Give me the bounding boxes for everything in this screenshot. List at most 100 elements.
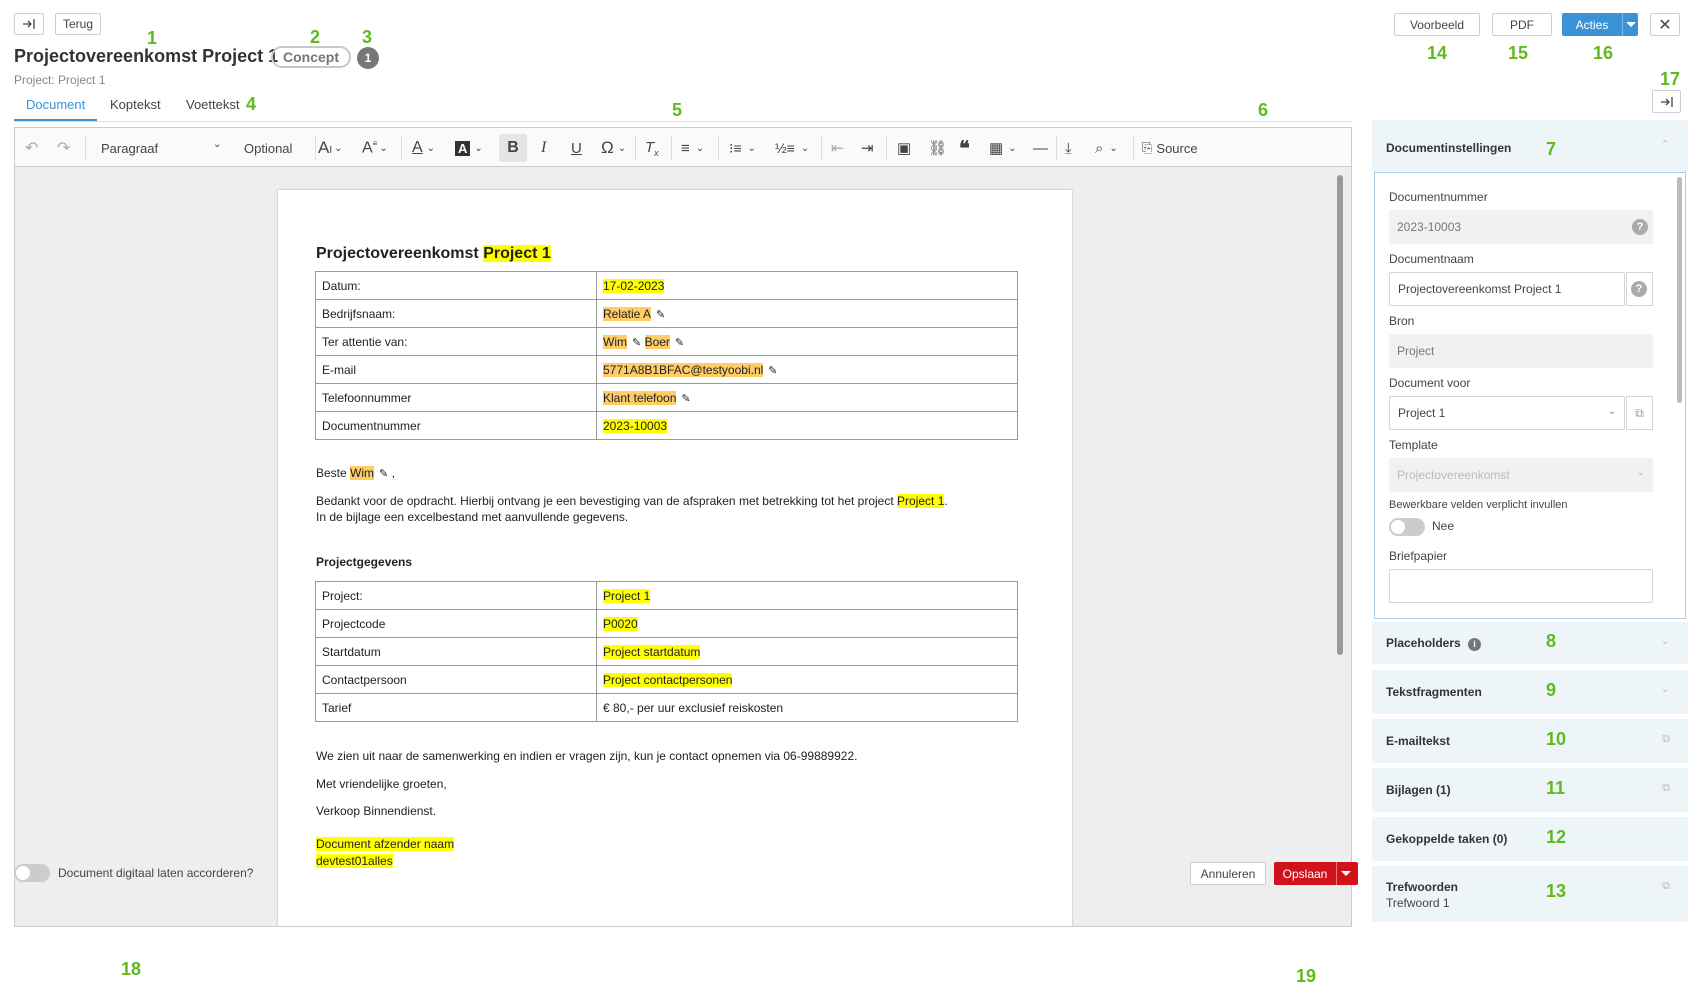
settings-header[interactable]: Documentinstellingen ⌃ (1372, 120, 1688, 172)
preview-button[interactable]: Voorbeeld (1394, 13, 1480, 36)
remove-format-button[interactable]: Tx (645, 137, 659, 159)
annotation-13: 13 (1546, 881, 1567, 901)
pencil-icon[interactable]: ✎ (768, 364, 777, 377)
save-button[interactable]: Opslaan (1274, 862, 1358, 885)
placeholder-value[interactable]: Relatie A (603, 306, 652, 321)
italic-button[interactable]: I (541, 137, 546, 159)
bullet-list-button[interactable]: ⁝≡ ⌄ (729, 137, 756, 159)
annotation-11: 11 (1546, 778, 1566, 798)
email-text-title: E-mailtekst (1386, 734, 1451, 748)
redo-button[interactable]: ↷ (57, 137, 70, 159)
help-icon[interactable]: ? (1632, 219, 1648, 235)
doc-name-input[interactable]: Projectovereenkomst Project 1 (1389, 272, 1625, 306)
info-icon[interactable]: i (1468, 638, 1482, 651)
page-title: Projectovereenkomst Project 1 (14, 46, 279, 66)
table-label-cell: Startdatum (315, 637, 597, 666)
settings-scrollbar[interactable] (1677, 177, 1682, 403)
underline-button[interactable]: U (571, 137, 582, 159)
tab-voettekst[interactable]: Voettekst (186, 97, 239, 112)
quote-icon: ❝ (959, 137, 970, 160)
text-fragments-section[interactable]: Tekstfragmenten ⌄ (1372, 670, 1688, 714)
editor-area[interactable]: Projectovereenkomst Project 1 Datum: 17-0… (14, 167, 1352, 927)
annotation-12: 12 (1546, 827, 1567, 847)
special-char-button[interactable]: Ω ⌄ (601, 137, 626, 159)
blockquote-button[interactable]: ❝ (959, 137, 970, 160)
annotation-19: 19 (1296, 966, 1317, 986)
numbered-list-button[interactable]: ½≡ ⌄ (775, 137, 809, 159)
placeholder-value[interactable]: Boer (644, 334, 670, 349)
doc-number-label: Documentnummer (1389, 190, 1488, 204)
cancel-button[interactable]: Annuleren (1190, 862, 1266, 885)
pdf-button[interactable]: PDF (1492, 13, 1552, 36)
doc-name-label: Documentnaam (1389, 252, 1474, 266)
pencil-icon[interactable]: ✎ (681, 392, 690, 405)
body-line-1-text: Bedankt voor de opdracht. Hierbij ontvan… (316, 494, 898, 508)
bold-button[interactable]: B (499, 134, 527, 162)
undo-button[interactable]: ↶ (25, 137, 38, 159)
bullet-list-icon: ⁝≡ (729, 139, 742, 156)
body-line-1: Bedankt voor de opdracht. Hierbij ontvan… (316, 494, 948, 508)
outdent-button[interactable]: ⇤ (831, 137, 844, 159)
indent-button[interactable]: ⇥ (861, 137, 874, 159)
font-family-button[interactable]: A≡ ⌄ (362, 137, 388, 159)
attachments-section[interactable]: Bijlagen (1) ⧉ (1372, 768, 1688, 812)
placeholders-section[interactable]: Placeholders i ⌄ (1372, 622, 1688, 664)
placeholder-value[interactable]: 5771A8B1BFAC@testyoobi.nl (603, 362, 764, 377)
bold-icon: B (507, 139, 519, 156)
email-text-section[interactable]: E-mailtekst ⧉ (1372, 719, 1688, 763)
document-page[interactable]: Projectovereenkomst Project 1 Datum: 17-0… (278, 190, 1072, 926)
keywords-section[interactable]: Trefwoorden Trefwoord 1 ⧉ (1372, 866, 1688, 922)
doc-for-select[interactable]: Project 1 ⌄ (1389, 396, 1625, 430)
table-value-cell: € 80,- per uur exclusief reiskosten (596, 693, 1018, 722)
chevron-down-icon: ⌄ (1636, 467, 1645, 478)
table-value-cell: P0020 (596, 609, 1018, 638)
closing-line: We zien uit naar de samenwerking en indi… (316, 749, 858, 763)
source-button[interactable]: ⎘ Source (1142, 137, 1198, 159)
back-button[interactable]: Terug (55, 13, 101, 35)
background-color-button[interactable]: A ⌄ (455, 137, 483, 159)
placeholder-value[interactable]: Klant telefoon (603, 390, 677, 405)
template-value: Projectovereenkomst (1397, 468, 1510, 482)
editor-scrollbar[interactable] (1337, 175, 1343, 655)
sidebar-collapse-button[interactable] (1652, 90, 1681, 113)
placeholders-label: Placeholders (1386, 636, 1461, 650)
pencil-icon[interactable]: ✎ (656, 308, 665, 321)
annotation-9: 9 (1546, 680, 1557, 700)
actions-button[interactable]: Acties (1562, 13, 1638, 36)
table-row: Tarief € 80,- per uur exclusief reiskoste… (315, 693, 1018, 722)
table-row: Project: Project 1 (315, 581, 1018, 610)
tab-document[interactable]: Document (26, 97, 85, 112)
omega-icon: Ω (601, 138, 614, 157)
annotation-15: 15 (1508, 43, 1529, 63)
doc-name-help[interactable]: ? (1626, 272, 1653, 306)
placeholder-value: 17-02-2023 (603, 278, 665, 293)
placeholder-value[interactable]: Wim (603, 334, 627, 349)
horizontal-line-button[interactable]: — (1033, 137, 1048, 159)
required-toggle[interactable] (1389, 518, 1425, 536)
collapse-button[interactable] (14, 13, 44, 35)
insert-table-button[interactable]: ▦ ⌄ (989, 137, 1017, 159)
close-button[interactable]: ✕ (1650, 13, 1680, 36)
font-color-button[interactable]: A ⌄ (412, 137, 435, 159)
paragraph-select[interactable]: Paragraaf ⌄ (101, 137, 226, 159)
pencil-icon[interactable]: ✎ (379, 467, 388, 480)
annotation-7: 7 (1546, 139, 1557, 159)
page-break-button[interactable]: ⤓ (1065, 137, 1072, 159)
external-link-button[interactable]: ⧉ (1626, 396, 1653, 430)
letterhead-select[interactable] (1389, 569, 1653, 603)
font-size-button[interactable]: AI ⌄ (318, 137, 343, 159)
annotation-18: 18 (121, 959, 142, 979)
optional-button[interactable]: Optional (244, 137, 292, 159)
tab-koptekst[interactable]: Koptekst (110, 97, 161, 112)
align-button[interactable]: ≡ ⌄ (681, 137, 704, 159)
table-value-cell: Wim ✎ Boer ✎ (596, 327, 1018, 356)
pencil-icon[interactable]: ✎ (632, 336, 641, 349)
greeting-placeholder[interactable]: Wim (350, 466, 375, 480)
page-break-icon: ⤓ (1065, 139, 1072, 157)
insert-image-button[interactable]: ▣ (897, 137, 911, 159)
find-replace-button[interactable]: ⌕ ⌄ (1095, 137, 1118, 159)
pencil-icon[interactable]: ✎ (675, 336, 684, 349)
linked-tasks-section[interactable]: Gekoppelde taken (0) (1372, 817, 1688, 861)
approve-toggle[interactable] (14, 864, 50, 882)
insert-link-button[interactable]: ⛓ (928, 137, 947, 159)
